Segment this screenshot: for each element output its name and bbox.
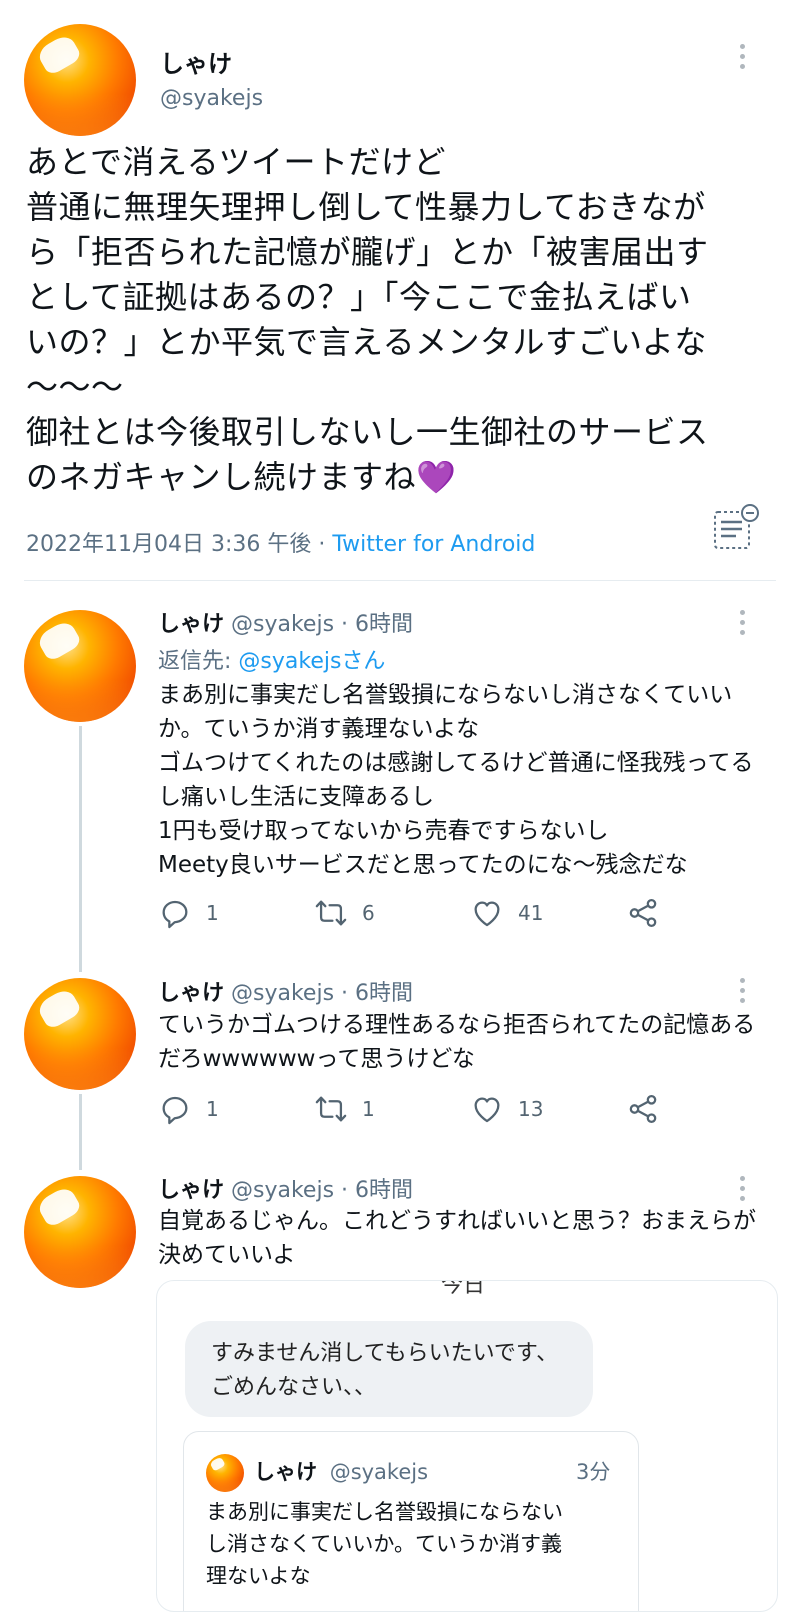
quoted-line: 理ないよな [206, 1564, 311, 1588]
tweet-text: あとで消えるツイートだけど 普通に無理矢理押し倒して性暴力しておきなが ら「拒否… [26, 140, 786, 500]
avatar[interactable] [24, 978, 136, 1090]
reply-icon [162, 900, 188, 929]
quoted-line: し消さなくていいか。ていうか消す義 [206, 1532, 562, 1556]
avatar[interactable] [24, 24, 136, 136]
user-handle: @syakejs [329, 1460, 429, 1484]
reply-to: 返信先: @syakejsさん [158, 643, 385, 675]
reply-line: 自覚あるじゃん。これどうすればいいと思う？おまえらが [158, 1208, 756, 1234]
reply-line: まあ別に事実だし名誉毀損にならないし消さなくていい [158, 682, 733, 708]
share-icon [629, 898, 657, 928]
tweet-line: として証拠はあるの？」「今ここで金払えばい [26, 278, 692, 316]
bubble-line: ごめんなさい、、 [211, 1375, 377, 1400]
more-vertical-icon[interactable] [740, 610, 746, 640]
user-handle[interactable]: @syakejs [160, 86, 263, 111]
reply-line: し痛いし生活に支障あるし [158, 784, 434, 810]
retweet-count: 1 [362, 1097, 375, 1121]
display-name[interactable]: しゃけ [160, 44, 232, 79]
display-name: しゃけ [254, 1460, 317, 1484]
heart-icon [474, 1097, 500, 1123]
thread-connector [79, 726, 82, 972]
reply-line: だろwwwwwwって思うけどな [158, 1046, 475, 1072]
share-icon [629, 1094, 657, 1124]
share-button[interactable] [626, 1092, 674, 1126]
more-vertical-icon[interactable] [740, 978, 746, 1008]
chat-date-header: 今日 [441, 1280, 486, 1298]
display-name[interactable]: しゃけ [158, 612, 224, 637]
reply-text: まあ別に事実だし名誉毀損にならないし消さなくていい か。ていうか消す義理ないよな… [158, 678, 778, 882]
like-button[interactable]: 41 [470, 896, 543, 930]
attached-image[interactable]: 今日 すみません消してもらいたいです、 ごめんなさい、、 しゃけ @syakej… [156, 1280, 778, 1612]
like-button[interactable]: 13 [470, 1092, 543, 1126]
reply-header: しゃけ @syakejs · 6時間 [158, 975, 413, 1007]
user-handle[interactable]: @syakejs [231, 1178, 334, 1203]
retweet-icon [315, 1096, 347, 1122]
quoted-header: しゃけ @syakejs [254, 1456, 428, 1486]
tweet-line: 〜〜〜 [26, 368, 124, 406]
retweet-icon [315, 900, 347, 926]
reply-line: ゴムつけてくれたのは感謝してるけど普通に怪我残ってる [158, 750, 754, 776]
retweet-count: 6 [362, 901, 375, 925]
tweet-line: のネガキャンし続けますね💜 [26, 458, 457, 496]
timestamp[interactable]: 2022年11月04日 3:36 午後 [26, 532, 311, 557]
reply-header: しゃけ @syakejs · 6時間 [158, 1172, 413, 1204]
quoted-text: まあ別に事実だし名誉毀損にならない し消さなくていいか。ていうか消す義 理ないよ… [206, 1496, 626, 1592]
reply-line: Meety良いサービスだと思ってたのにな〜残念だな [158, 852, 688, 878]
retweet-button[interactable]: 1 [314, 1092, 375, 1126]
reply-count: 1 [206, 901, 219, 925]
tweet-line: 普通に無理矢理押し倒して性暴力しておきなが [26, 188, 706, 226]
reply-line: 1円も受け取ってないから売春ですらないし [158, 818, 609, 844]
reply-to-handle[interactable]: @syakejsさん [238, 649, 385, 674]
tweet-line: ら「拒否られた記憶が朧げ」とか「被害届出す [26, 233, 709, 271]
thread-connector [79, 1094, 82, 1170]
reply-count: 1 [206, 1097, 219, 1121]
avatar[interactable] [24, 610, 136, 722]
like-count: 41 [518, 901, 544, 925]
reply-time: · 6時間 [341, 612, 414, 637]
reply-line: か。ていうか消す義理ないよな [158, 716, 480, 742]
reply-button[interactable]: 1 [158, 896, 219, 930]
notes-icon[interactable] [712, 502, 762, 552]
reply-time: · 6時間 [341, 981, 414, 1006]
reply-line: 決めていいよ [158, 1242, 296, 1268]
heart-icon [474, 901, 500, 927]
tweet-line: あとで消えるツイートだけど [26, 143, 446, 181]
chat-bubble: すみません消してもらいたいです、 ごめんなさい、、 [185, 1321, 593, 1417]
retweet-button[interactable]: 6 [314, 896, 375, 930]
reply-icon [162, 1096, 188, 1125]
tweet-line: いの？」とか平気で言えるメンタルすごいよな [26, 323, 707, 361]
quoted-line: まあ別に事実だし名誉毀損にならない [206, 1500, 563, 1524]
display-name[interactable]: しゃけ [158, 1178, 224, 1203]
like-count: 13 [518, 1097, 544, 1121]
reply-to-label: 返信先: [158, 649, 239, 674]
avatar[interactable] [24, 1176, 136, 1288]
source-link[interactable]: Twitter for Android [332, 532, 535, 557]
meta-separator: · [311, 532, 333, 557]
quoted-time: 3分 [576, 1460, 611, 1484]
reply-text: 自覚あるじゃん。これどうすればいいと思う？おまえらが 決めていいよ [158, 1204, 778, 1272]
divider [24, 580, 776, 581]
user-handle[interactable]: @syakejs [231, 981, 334, 1006]
more-vertical-icon[interactable] [740, 44, 746, 74]
reply-text: ていうかゴムつける理性あるなら拒否られてたの記憶ある だろwwwwwwって思うけ… [158, 1008, 778, 1076]
avatar [206, 1454, 244, 1492]
user-handle[interactable]: @syakejs [231, 612, 334, 637]
tweet-meta: 2022年11月04日 3:36 午後 · Twitter for Androi… [26, 526, 535, 558]
more-vertical-icon[interactable] [740, 1176, 746, 1206]
display-name[interactable]: しゃけ [158, 981, 224, 1006]
reply-header: しゃけ @syakejs · 6時間 [158, 606, 413, 638]
quoted-tweet: しゃけ @syakejs 3分 まあ別に事実だし名誉毀損にならない し消さなくて… [183, 1431, 639, 1611]
reply-button[interactable]: 1 [158, 1092, 219, 1126]
bubble-line: すみません消してもらいたいです、 [211, 1341, 559, 1366]
reply-line: ていうかゴムつける理性あるなら拒否られてたの記憶ある [158, 1012, 756, 1038]
tweet-line: 御社とは今後取引しないし一生御社のサービス [26, 413, 709, 451]
reply-time: · 6時間 [341, 1178, 414, 1203]
share-button[interactable] [626, 896, 674, 930]
